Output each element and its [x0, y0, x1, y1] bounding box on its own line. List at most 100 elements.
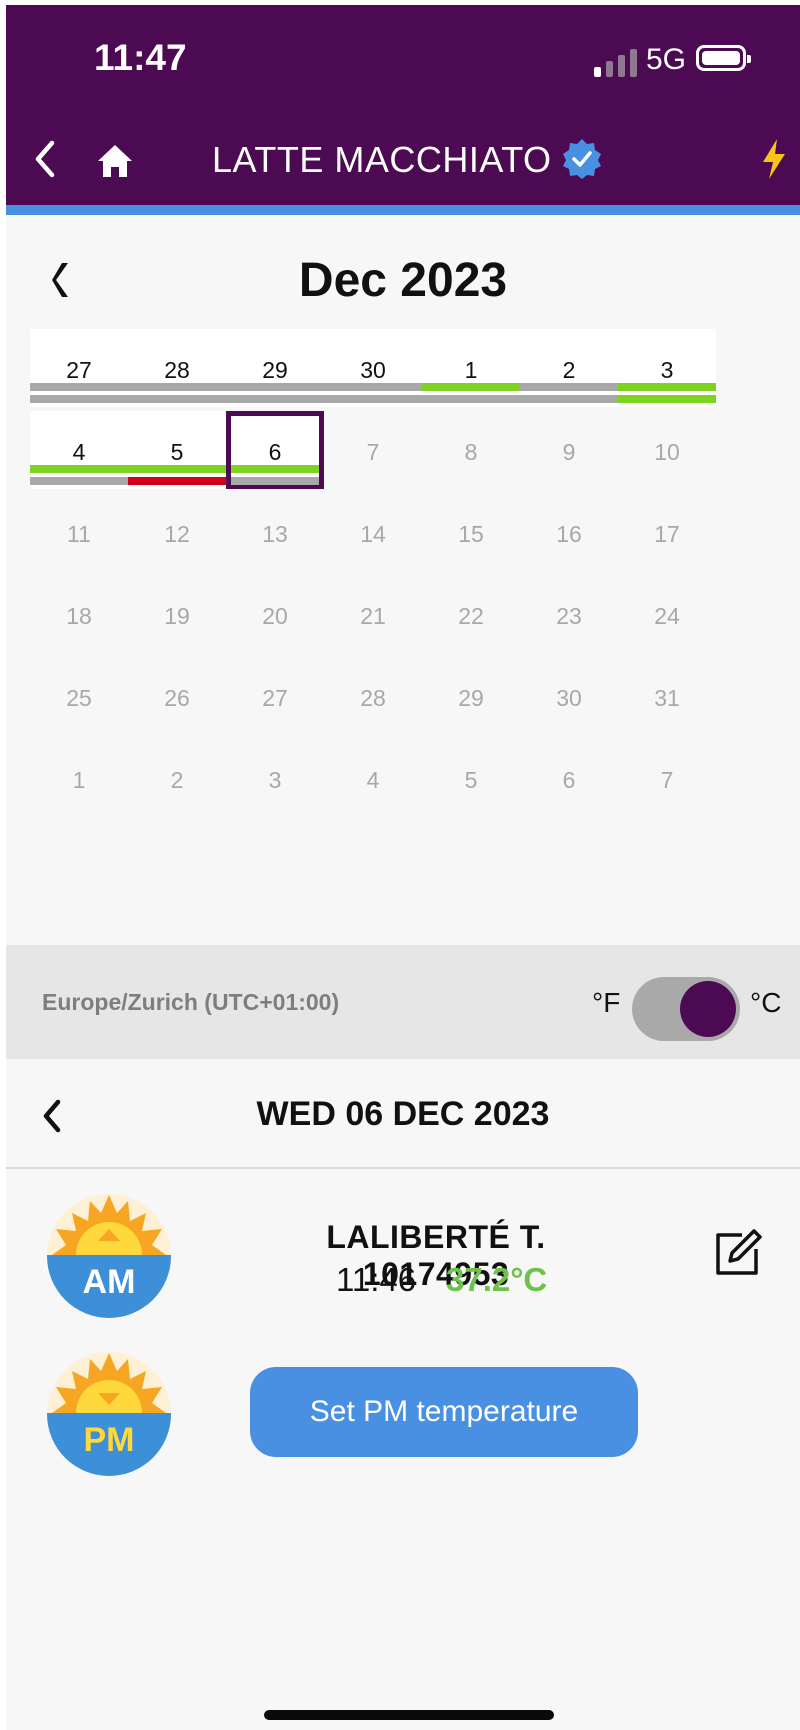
- back-chevron-icon[interactable]: [28, 137, 64, 181]
- day-number: 18: [66, 603, 92, 629]
- calendar-day[interactable]: 11: [30, 493, 128, 571]
- pm-sun-icon: PM: [47, 1352, 171, 1476]
- calendar-day[interactable]: 3: [618, 329, 716, 407]
- day-number: 2: [170, 767, 184, 793]
- calendar-day[interactable]: 29: [422, 657, 520, 735]
- day-detail-header: WED 06 DEC 2023: [6, 1059, 800, 1169]
- day-number: 30: [556, 685, 582, 711]
- pm-reading-bar: [324, 395, 422, 403]
- am-reading-bar: [520, 383, 618, 391]
- timezone-bar: Europe/Zurich (UTC+01:00) °F °C: [6, 945, 800, 1059]
- timezone-label: Europe/Zurich (UTC+01:00): [42, 989, 340, 1015]
- am-sun-icon: AM: [47, 1194, 171, 1318]
- calendar-day[interactable]: 15: [422, 493, 520, 571]
- calendar-day[interactable]: 27: [30, 329, 128, 407]
- top-app-bar: 11:47 5G LATTE MACCHIATO: [6, 5, 800, 215]
- battery-icon: [696, 45, 751, 71]
- day-number: 22: [458, 603, 484, 629]
- calendar-day[interactable]: 12: [128, 493, 226, 571]
- calendar-day[interactable]: 6: [520, 739, 618, 817]
- day-number: 3: [660, 357, 674, 383]
- calendar-day[interactable]: 2: [128, 739, 226, 817]
- selected-date-title: WED 06 DEC 2023: [256, 1095, 550, 1133]
- day-number: 11: [67, 521, 91, 547]
- calendar-day[interactable]: 30: [520, 657, 618, 735]
- calendar-day-selected[interactable]: 6: [226, 411, 324, 489]
- calendar-day[interactable]: 24: [618, 575, 716, 653]
- day-number: 12: [164, 521, 190, 547]
- day-number: 13: [262, 521, 288, 547]
- calendar-day[interactable]: 23: [520, 575, 618, 653]
- calendar-day[interactable]: 28: [128, 329, 226, 407]
- calendar-day[interactable]: 26: [128, 657, 226, 735]
- day-number: 16: [556, 521, 582, 547]
- am-reading-bar: [226, 383, 324, 391]
- calendar-day[interactable]: 2: [520, 329, 618, 407]
- day-number: 29: [458, 685, 484, 711]
- day-number: 17: [654, 521, 680, 547]
- day-number: 24: [654, 603, 680, 629]
- calendar-day[interactable]: 17: [618, 493, 716, 571]
- am-reading-bar: [324, 383, 422, 391]
- calendar-day[interactable]: 1: [422, 329, 520, 407]
- day-number: 27: [66, 357, 92, 383]
- day-number: 23: [556, 603, 582, 629]
- calendar-day[interactable]: 21: [324, 575, 422, 653]
- am-badge: AM: [83, 1263, 136, 1301]
- day-number: 4: [72, 439, 86, 465]
- calendar-day[interactable]: 20: [226, 575, 324, 653]
- celsius-label: °C: [750, 987, 782, 1018]
- pm-reading-bar: [226, 395, 324, 403]
- calendar-day[interactable]: 4: [30, 411, 128, 489]
- day-number: 20: [262, 603, 288, 629]
- status-time: 11:47: [94, 37, 187, 78]
- calendar-day[interactable]: 8: [422, 411, 520, 489]
- calendar-day[interactable]: 7: [324, 411, 422, 489]
- app-screen: 11:47 5G LATTE MACCHIATO Dec 2023 MonTue…: [6, 5, 800, 1730]
- day-number: 10: [654, 439, 680, 465]
- am-reading-bar: [422, 383, 520, 391]
- calendar-day[interactable]: 16: [520, 493, 618, 571]
- pm-reading-bar: [30, 395, 128, 403]
- calendar-day[interactable]: 28: [324, 657, 422, 735]
- day-number: 25: [66, 685, 92, 711]
- day-number: 9: [562, 439, 576, 465]
- pm-reading-bar: [520, 395, 618, 403]
- pm-badge: PM: [84, 1421, 135, 1459]
- calendar-day[interactable]: 3: [226, 739, 324, 817]
- calendar-day[interactable]: 10: [618, 411, 716, 489]
- calendar-day[interactable]: 29: [226, 329, 324, 407]
- home-icon[interactable]: [96, 143, 134, 179]
- calendar-day[interactable]: 4: [324, 739, 422, 817]
- day-number: 28: [360, 685, 386, 711]
- calendar-day[interactable]: 18: [30, 575, 128, 653]
- calendar-day[interactable]: 19: [128, 575, 226, 653]
- calendar-day[interactable]: 31: [618, 657, 716, 735]
- calendar-day[interactable]: 25: [30, 657, 128, 735]
- day-number: 1: [464, 357, 478, 383]
- calendar-day[interactable]: 5: [422, 739, 520, 817]
- calendar-day[interactable]: 30: [324, 329, 422, 407]
- edit-icon[interactable]: [712, 1227, 764, 1279]
- calendar-day[interactable]: 9: [520, 411, 618, 489]
- calendar-day[interactable]: 5: [128, 411, 226, 489]
- day-number: 7: [660, 767, 674, 793]
- day-number: 8: [464, 439, 478, 465]
- calendar-day[interactable]: 14: [324, 493, 422, 571]
- am-reading-bar: [30, 465, 128, 473]
- temperature-unit-toggle[interactable]: [632, 977, 740, 1041]
- day-number: 7: [366, 439, 380, 465]
- pm-reading-bar: [128, 477, 226, 485]
- calendar-day[interactable]: 22: [422, 575, 520, 653]
- am-reading-bar: [128, 383, 226, 391]
- set-pm-temperature-button[interactable]: Set PM temperature: [250, 1367, 638, 1457]
- calendar-day[interactable]: 27: [226, 657, 324, 735]
- day-number: 28: [164, 357, 190, 383]
- month-title: Dec 2023: [298, 254, 508, 307]
- calendar-day[interactable]: 13: [226, 493, 324, 571]
- pm-reading-bar: [128, 395, 226, 403]
- calendar-day[interactable]: 1: [30, 739, 128, 817]
- lightning-bolt-icon[interactable]: [758, 137, 790, 181]
- calendar-day[interactable]: 7: [618, 739, 716, 817]
- home-indicator[interactable]: [264, 1710, 554, 1720]
